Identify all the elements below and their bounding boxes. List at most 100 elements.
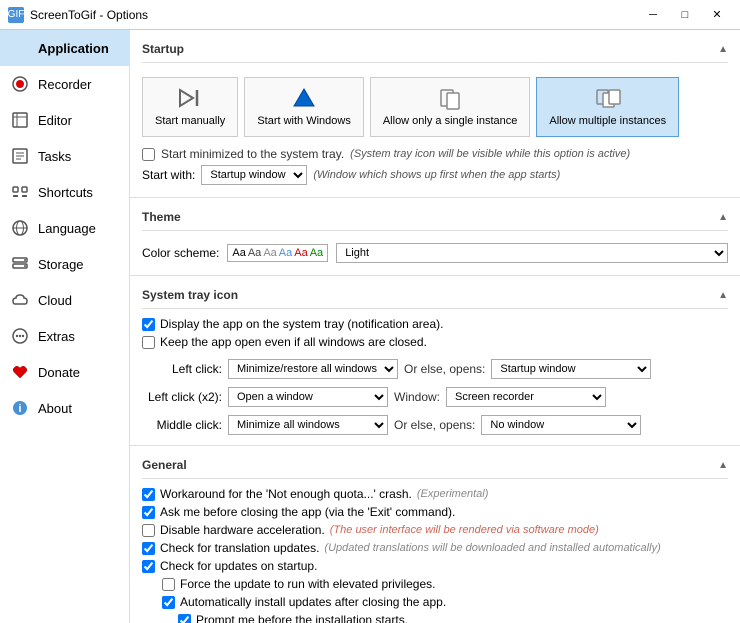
start-with-hint: (Window which shows up first when the ap… [313, 169, 560, 181]
start-with-windows-icon [289, 86, 319, 110]
sidebar-label-editor: Editor [38, 113, 72, 128]
general-item-0: Workaround for the 'Not enough quota...'… [142, 487, 728, 501]
general-check-4[interactable] [142, 560, 155, 573]
start-manually-label: Start manually [155, 114, 225, 128]
system-tray-chevron-icon: ▲ [718, 290, 728, 301]
general-label-1: Ask me before closing the app (via the '… [160, 505, 455, 519]
general-label-4: Check for updates on startup. [160, 559, 317, 573]
sidebar-label-about: About [38, 401, 72, 416]
start-with-label: Start with: [142, 168, 195, 182]
allow-only-instance-icon [435, 86, 465, 110]
title-bar-icon: GIF [8, 7, 24, 23]
sidebar-label-application: Application [38, 41, 109, 56]
general-check-2[interactable] [142, 524, 155, 537]
display-tray-checkbox[interactable] [142, 318, 155, 331]
sidebar-item-about[interactable]: i About [0, 390, 129, 426]
system-tray-section: System tray icon ▲ Display the app on th… [130, 276, 740, 446]
maximize-button[interactable]: □ [670, 5, 700, 25]
close-button[interactable]: ✕ [702, 5, 732, 25]
start-manually-icon [175, 86, 205, 110]
general-hint-3: (Updated translations will be downloaded… [324, 542, 660, 554]
general-item-2: Disable hardware acceleration. (The user… [142, 523, 728, 537]
sidebar-item-storage[interactable]: Storage [0, 246, 129, 282]
sidebar-item-tasks[interactable]: Tasks [0, 138, 129, 174]
general-check-1[interactable] [142, 506, 155, 519]
minimize-button[interactable]: ─ [638, 5, 668, 25]
content-area: Startup ▲ Start manually Start with Wind… [130, 30, 740, 623]
title-bar: GIF ScreenToGif - Options ─ □ ✕ [0, 0, 740, 30]
or-else2-label: Or else, opens: [394, 418, 475, 432]
general-hint-2: (The user interface will be rendered via… [330, 524, 599, 536]
general-label-7: Prompt me before the installation starts… [196, 613, 408, 623]
general-label-0: Workaround for the 'Not enough quota...'… [160, 487, 412, 501]
or-else2-select[interactable]: No window [481, 415, 641, 435]
tasks-icon [10, 146, 30, 166]
sidebar-item-cloud[interactable]: Cloud [0, 282, 129, 318]
shortcuts-icon [10, 182, 30, 202]
left-click-label: Left click: [142, 362, 222, 376]
color-scheme-preview: Aa Aa Aa Aa Aa Aa [227, 244, 328, 262]
startup-btn-start-with-windows[interactable]: Start with Windows [244, 77, 364, 137]
lang-icon [10, 218, 30, 238]
sidebar-item-extras[interactable]: Extras [0, 318, 129, 354]
general-section: General ▲ Workaround for the 'Not enough… [130, 446, 740, 623]
startup-btn-start-manually[interactable]: Start manually [142, 77, 238, 137]
allow-multiple-icon [593, 86, 623, 110]
or-else-select[interactable]: Startup window [491, 359, 651, 379]
startup-btn-allow-multiple[interactable]: Allow multiple instances [536, 77, 679, 137]
app-icon [10, 38, 30, 58]
edit-icon [10, 110, 30, 130]
sidebar-label-extras: Extras [38, 329, 75, 344]
general-hint-0: (Experimental) [417, 488, 489, 500]
left-click2-select[interactable]: Open a window [228, 387, 388, 407]
sidebar-label-shortcuts: Shortcuts [38, 185, 93, 200]
middle-click-select[interactable]: Minimize all windows [228, 415, 388, 435]
general-item-3: Check for translation updates. (Updated … [142, 541, 728, 555]
general-check-5[interactable] [162, 578, 175, 591]
sidebar-item-donate[interactable]: Donate [0, 354, 129, 390]
keep-open-checkbox[interactable] [142, 336, 155, 349]
start-with-windows-label: Start with Windows [257, 114, 351, 128]
general-item-5: Force the update to run with elevated pr… [142, 577, 728, 591]
title-bar-title: ScreenToGif - Options [30, 8, 638, 22]
sidebar-item-shortcuts[interactable]: Shortcuts [0, 174, 129, 210]
sidebar-label-donate: Donate [38, 365, 80, 380]
general-item-6: Automatically install updates after clos… [142, 595, 728, 609]
allow-multiple-label: Allow multiple instances [549, 114, 666, 128]
left-click-select[interactable]: Minimize/restore all windows [228, 359, 398, 379]
start-with-select[interactable]: Startup window [201, 165, 307, 185]
general-label-5: Force the update to run with elevated pr… [180, 577, 435, 591]
color-scheme-label: Color scheme: [142, 246, 219, 260]
theme-section-label: Theme [142, 210, 181, 224]
about-icon: i [10, 398, 30, 418]
keep-open-label: Keep the app open even if all windows ar… [160, 335, 427, 349]
sidebar-item-application[interactable]: Application [0, 30, 129, 66]
general-check-6[interactable] [162, 596, 175, 609]
sidebar-item-recorder[interactable]: Recorder [0, 66, 129, 102]
theme-chevron-icon: ▲ [718, 212, 728, 223]
svg-text:i: i [18, 403, 21, 415]
startup-btn-allow-only-instance[interactable]: Allow only a single instance [370, 77, 531, 137]
rec-icon [10, 74, 30, 94]
theme-select[interactable]: Light Dark [336, 243, 728, 263]
cloud-icon [10, 290, 30, 310]
display-tray-label: Display the app on the system tray (noti… [160, 317, 443, 331]
minimize-label: Start minimized to the system tray. [161, 147, 344, 161]
left-click2-label: Left click (x2): [142, 390, 222, 404]
storage-icon [10, 254, 30, 274]
general-label-3: Check for translation updates. [160, 541, 319, 555]
general-check-0[interactable] [142, 488, 155, 501]
general-label-2: Disable hardware acceleration. [160, 523, 325, 537]
system-tray-label: System tray icon [142, 288, 238, 302]
general-chevron-icon: ▲ [718, 460, 728, 471]
sidebar-item-editor[interactable]: Editor [0, 102, 129, 138]
theme-section: Theme ▲ Color scheme: Aa Aa Aa Aa Aa Aa … [130, 198, 740, 276]
general-check-7[interactable] [178, 614, 191, 623]
donate-icon [10, 362, 30, 382]
minimize-checkbox[interactable] [142, 148, 155, 161]
sidebar-label-storage: Storage [38, 257, 84, 272]
sidebar-item-language[interactable]: Language [0, 210, 129, 246]
window-select[interactable]: Screen recorder [446, 387, 606, 407]
general-check-3[interactable] [142, 542, 155, 555]
startup-chevron-icon: ▲ [718, 44, 728, 55]
